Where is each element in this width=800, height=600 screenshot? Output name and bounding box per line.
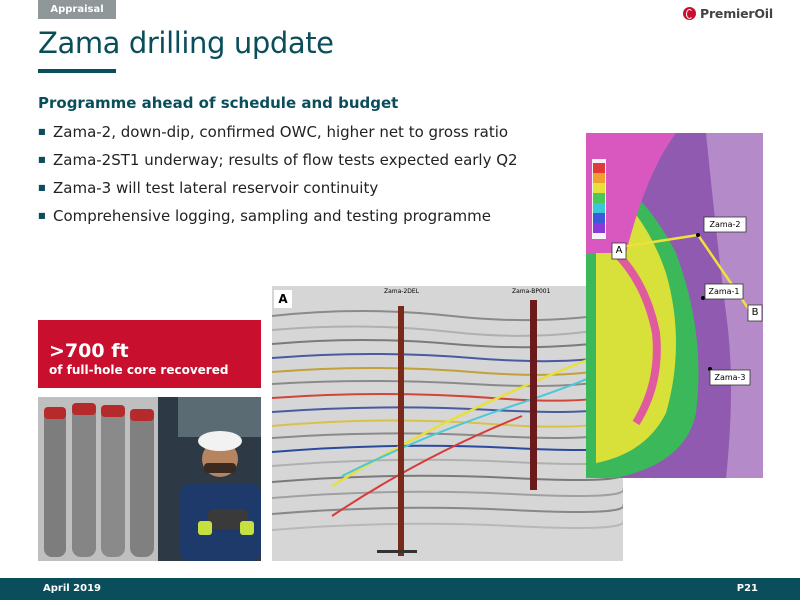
- map-well-label: Zama-2: [709, 220, 741, 229]
- section-end-a: A: [278, 292, 288, 306]
- map-point-a: A: [615, 245, 623, 256]
- premier-oil-logo: PremierOil: [683, 4, 773, 22]
- footer-date: April 2019: [43, 583, 101, 594]
- square-bullet-icon: ■: [38, 183, 46, 192]
- map-well-label: Zama-1: [708, 287, 740, 296]
- section-subhead: Programme ahead of schedule and budget: [38, 94, 399, 112]
- core-stat-caption: of full-hole core recovered: [49, 363, 229, 377]
- map-well-label: Zama-3: [714, 373, 746, 382]
- title-underline: [38, 69, 116, 73]
- core-samples-image: [38, 397, 261, 561]
- well-label: Zama-2DEL: [384, 288, 420, 295]
- core-stat-value: >700 ft: [49, 340, 129, 362]
- section-tag: Appraisal: [38, 0, 116, 19]
- square-bullet-icon: ■: [38, 127, 46, 136]
- well-label: Zama-BP001: [512, 288, 551, 295]
- core-samples-photo: [38, 397, 261, 561]
- bullet-item: ■ Zama-2ST1 underway; results of flow tes…: [38, 149, 518, 177]
- bullet-item: ■ Zama-3 will test lateral reservoir cont…: [38, 177, 518, 205]
- premier-oil-logo-icon: [683, 6, 696, 20]
- footer-bar: April 2019 P21: [0, 578, 800, 600]
- core-stat-box: >700 ft of full-hole core recovered: [38, 320, 261, 388]
- bullet-item: ■ Zama-2, down-dip, confirmed OWC, higher…: [38, 121, 518, 149]
- brand-name: PremierOil: [700, 5, 773, 21]
- square-bullet-icon: ■: [38, 211, 46, 220]
- bullet-item: ■ Comprehensive logging, sampling and tes…: [38, 205, 518, 233]
- reservoir-map-image: [586, 133, 763, 478]
- slide-title: Zama drilling update: [38, 26, 334, 60]
- map-point-b: B: [751, 307, 759, 318]
- seismic-cross-section: A B Zama-2DEL Zama-BP001: [272, 286, 623, 561]
- bullet-list: ■ Zama-2, down-dip, confirmed OWC, higher…: [38, 121, 518, 233]
- square-bullet-icon: ■: [38, 155, 46, 164]
- reservoir-map: Zama-2 Zama-1 Zama-3 A B: [586, 133, 763, 478]
- seismic-section-image: [272, 286, 623, 561]
- page-number: P21: [736, 583, 758, 594]
